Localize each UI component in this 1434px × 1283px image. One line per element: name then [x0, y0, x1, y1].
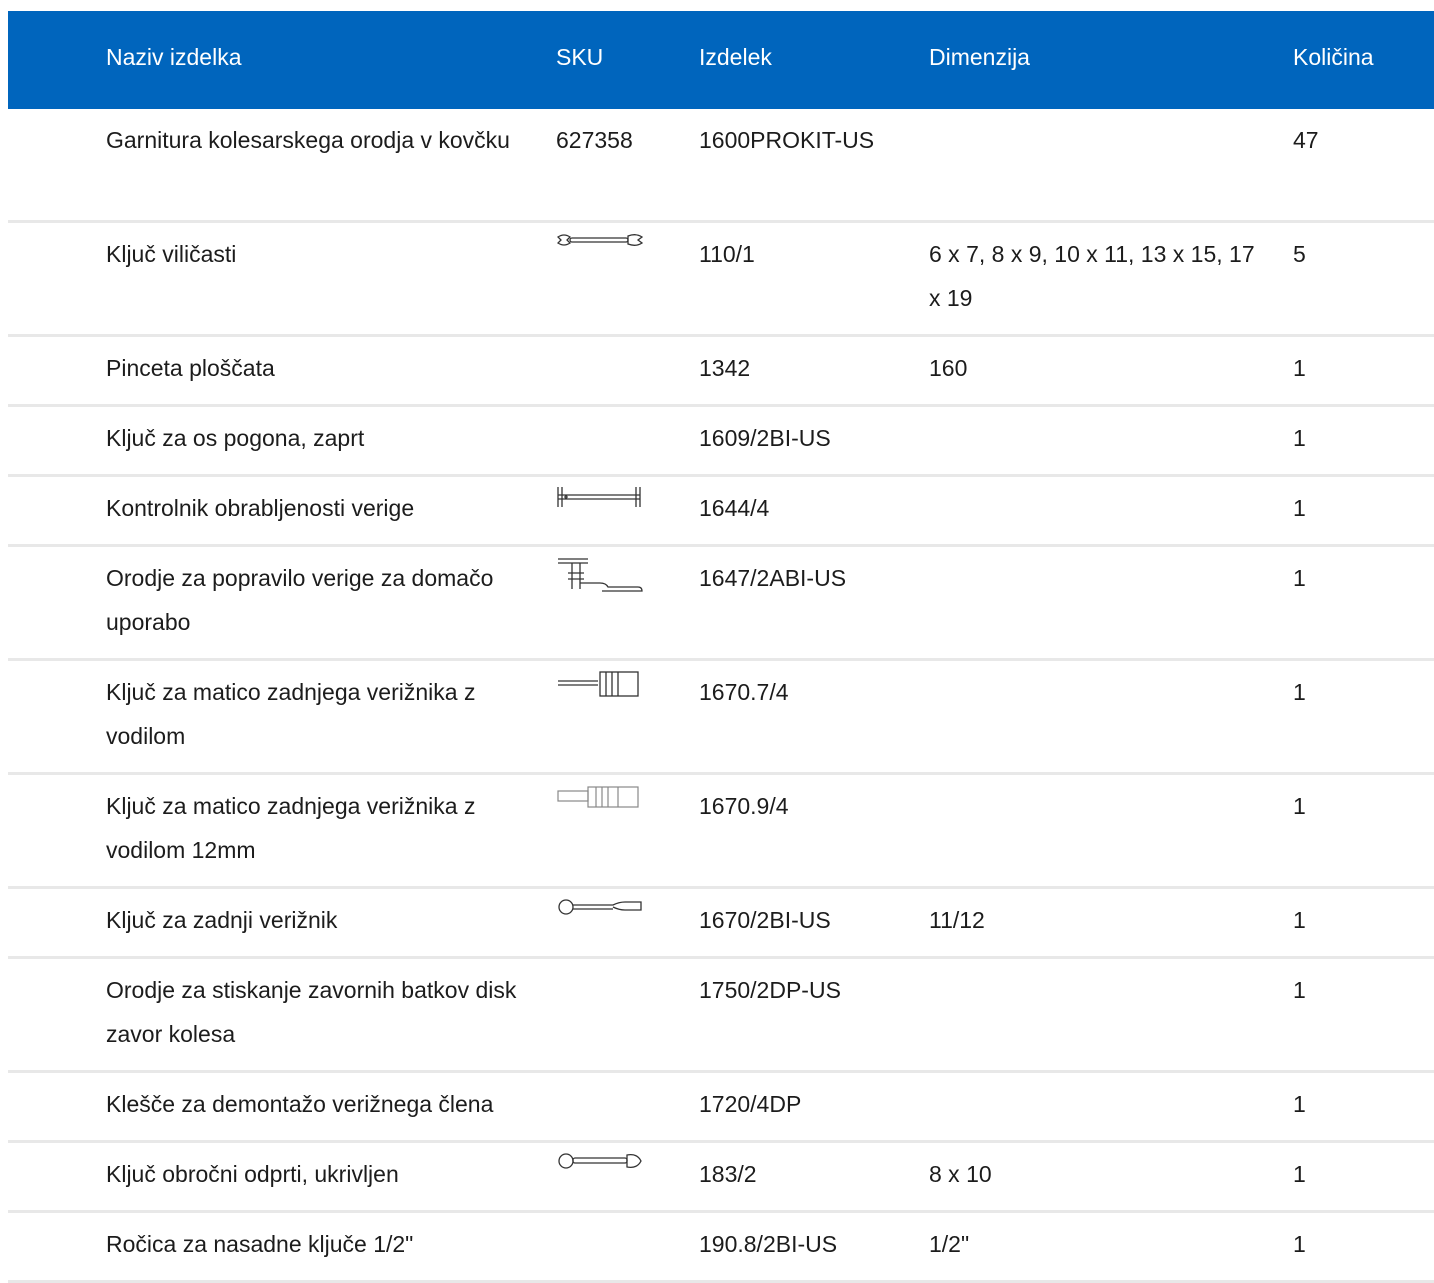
product-name: Ključ obročni odprti, ukrivljen [106, 1161, 399, 1187]
product-name: Garnitura kolesarskega orodja v kovčku [106, 127, 510, 153]
product-name: Orodje za popravilo verige za domačo upo… [106, 565, 494, 635]
table-row: Ročica za nasadne ključe 1/2" 190.8/2BI-U… [8, 1213, 1434, 1283]
table-row: Ključ za matico zadnjega verižnika z vod… [8, 661, 1434, 775]
product-name: Klešče za demontažo verižnega člena [106, 1091, 494, 1117]
column-header-sku[interactable]: SKU [556, 43, 603, 71]
table-body: Garnitura kolesarskega orodja v kovčku 62… [8, 109, 1434, 1283]
product-dimension: 6 x 7, 8 x 9, 10 x 11, 13 x 15, 17 x 19 [929, 241, 1255, 311]
product-quantity: 1 [1293, 355, 1306, 381]
product-item-code: 1750/2DP-US [699, 977, 841, 1003]
product-quantity: 1 [1293, 1091, 1306, 1117]
column-header-dimension[interactable]: Dimenzija [929, 43, 1030, 71]
product-dimension: 160 [929, 355, 968, 381]
product-item-code: 1600PROKIT-US [699, 127, 875, 153]
product-name: Orodje za stiskanje zavornih batkov disk… [106, 977, 517, 1047]
product-name: Ključ za matico zadnjega verižnika z vod… [106, 679, 476, 749]
chain-wear-gauge-icon [556, 485, 644, 525]
cassette-lockring-tool-12mm-icon [556, 783, 644, 823]
product-quantity: 1 [1293, 1161, 1306, 1187]
product-item-code: 1644/4 [699, 495, 770, 521]
product-name: Ključ za os pogona, zaprt [106, 425, 365, 451]
product-quantity: 1 [1293, 565, 1306, 591]
product-quantity: 47 [1293, 127, 1319, 153]
table-row: Orodje za popravilo verige za domačo upo… [8, 547, 1434, 661]
product-item-code: 190.8/2BI-US [699, 1231, 838, 1257]
product-dimension: 8 x 10 [929, 1161, 992, 1187]
product-item-code: 1609/2BI-US [699, 425, 831, 451]
product-table: Naziv izdelka SKU Izdelek Dimenzija Koli… [8, 11, 1434, 1283]
product-item-code: 1342 [699, 355, 751, 381]
open-end-wrench-icon [556, 231, 644, 271]
product-item-code: 1720/4DP [699, 1091, 802, 1117]
product-item-code: 1670/2BI-US [699, 907, 831, 933]
table-row: Ključ viličasti 110/1 6 x 7, 8 x 9, 10 x 1… [8, 223, 1434, 337]
product-quantity: 1 [1293, 495, 1306, 521]
column-header-quantity[interactable]: Količina [1293, 43, 1374, 71]
chain-tool-icon [556, 555, 644, 595]
product-quantity: 1 [1293, 1231, 1306, 1257]
table-row: Kontrolnik obrabljenosti verige 1644/4 1 [8, 477, 1434, 547]
product-dimension: 11/12 [929, 907, 985, 933]
table-row: Ključ obročni odprti, ukrivljen 183/2 8 x … [8, 1143, 1434, 1213]
product-name: Ključ za matico zadnjega verižnika z vod… [106, 793, 476, 863]
product-item-code: 183/2 [699, 1161, 757, 1187]
product-quantity: 1 [1293, 793, 1306, 819]
product-quantity: 1 [1293, 425, 1306, 451]
product-quantity: 5 [1293, 241, 1306, 267]
product-name: Kontrolnik obrabljenosti verige [106, 495, 415, 521]
product-quantity: 1 [1293, 977, 1306, 1003]
product-item-code: 1670.7/4 [699, 679, 789, 705]
chain-whip-icon [556, 897, 644, 937]
product-name: Ključ za zadnji verižnik [106, 907, 338, 933]
product-quantity: 1 [1293, 679, 1306, 705]
product-dimension: 1/2" [929, 1231, 970, 1257]
product-quantity: 1 [1293, 907, 1306, 933]
table-row: Garnitura kolesarskega orodja v kovčku 62… [8, 109, 1434, 223]
table-row: Ključ za os pogona, zaprt 1609/2BI-US 1 [8, 407, 1434, 477]
product-item-code: 110/1 [699, 241, 755, 267]
flare-nut-wrench-icon [556, 1151, 644, 1191]
table-row: Ključ za matico zadnjega verižnika z vod… [8, 775, 1434, 889]
product-sku: 627358 [556, 127, 633, 153]
cassette-lockring-tool-icon [556, 669, 644, 709]
table-row: Orodje za stiskanje zavornih batkov disk… [8, 959, 1434, 1073]
table-row: Ključ za zadnji verižnik 1670/2BI-US 11/12… [8, 889, 1434, 959]
column-header-item[interactable]: Izdelek [699, 43, 772, 71]
product-name: Pinceta ploščata [106, 355, 275, 381]
table-row: Pinceta ploščata 1342 160 1 [8, 337, 1434, 407]
product-name: Ključ viličasti [106, 241, 237, 267]
table-header: Naziv izdelka SKU Izdelek Dimenzija Koli… [8, 11, 1434, 109]
product-item-code: 1670.9/4 [699, 793, 789, 819]
table-row: Klešče za demontažo verižnega člena 1720/… [8, 1073, 1434, 1143]
product-item-code: 1647/2ABI-US [699, 565, 847, 591]
column-header-name[interactable]: Naziv izdelka [106, 43, 242, 71]
product-name: Ročica za nasadne ključe 1/2" [106, 1231, 414, 1257]
